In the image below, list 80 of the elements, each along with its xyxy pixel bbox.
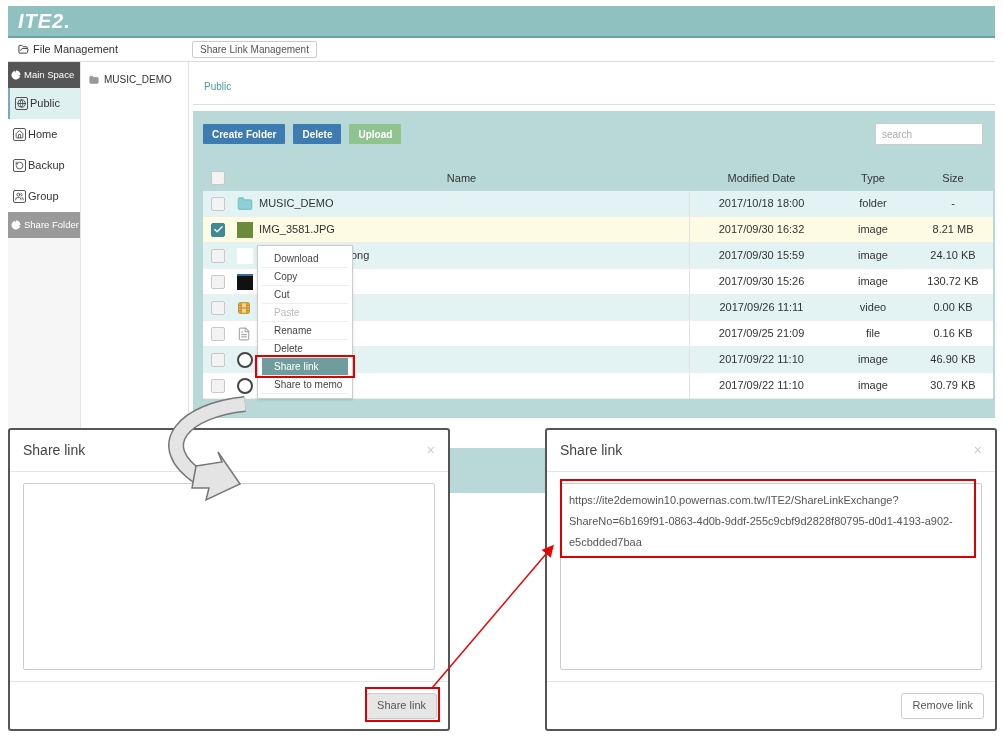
page-title: File Management	[33, 42, 118, 58]
dark-thumbnail	[237, 273, 253, 290]
checkbox[interactable]	[211, 300, 225, 315]
sidebar-item[interactable]: Backup	[8, 150, 80, 181]
menu-item[interactable]: Share to memo	[262, 376, 348, 394]
date-cell-text: 2017/09/22 11:10	[718, 352, 805, 368]
dialog-button[interactable]: Remove link	[901, 692, 984, 719]
folder-icon	[18, 44, 29, 55]
column-header: Name	[445, 170, 478, 186]
date-cell-text: 2017/09/30 15:59	[717, 248, 806, 264]
type-cell-text: image	[857, 378, 889, 394]
sidebar-item[interactable]: Public	[8, 88, 80, 119]
sidebar-item[interactable]: Group	[8, 181, 80, 212]
type-cell-text: image	[857, 222, 889, 238]
column-header: Type	[860, 170, 886, 186]
tree-item[interactable]: MUSIC_DEMO	[104, 72, 172, 87]
sidebar-item[interactable]: Home	[8, 119, 80, 150]
checkbox[interactable]	[211, 274, 225, 289]
file-name: IMG_3581.JPG	[259, 222, 335, 238]
action-button[interactable]: Create Folder	[203, 124, 286, 144]
link-text-area[interactable]: https://ite2demowin10.powernas.com.tw/ITE2/ShareLinkExchange?ShareNo=6b169f91-0863-4d0b-9ddf-255c9cbf9d2828f80795-d0d1-4193-a902-e5cbdded7baa	[560, 483, 982, 670]
date-cell-text: 2017/09/22 11:10	[718, 378, 805, 394]
date-cell-text: 2017/09/25 21:09	[717, 326, 806, 342]
type-cell-text: image	[857, 274, 889, 290]
sidebar-section[interactable]: Main Space	[8, 62, 80, 88]
file-row[interactable]: IMG_3581.JPG 2017/09/30 16:32 image 8.21 MB	[203, 217, 993, 243]
menu-item[interactable]: Cut	[262, 286, 348, 304]
checkbox[interactable]	[211, 352, 225, 367]
checkbox[interactable]	[211, 171, 225, 185]
column-header: Modified Date	[726, 170, 797, 186]
size-cell-text: 0.00 KB	[932, 300, 974, 316]
type-cell-text: folder	[858, 196, 888, 212]
size-cell-text: 8.21 MB	[931, 222, 975, 238]
action-button[interactable]: Delete	[293, 124, 342, 144]
dialog-button[interactable]: Share link	[366, 692, 437, 719]
pie-chart-icon	[11, 70, 21, 80]
file-icon	[237, 326, 251, 341]
column-header: Size	[941, 170, 965, 186]
date-cell-text: 2017/10/18 18:00	[717, 196, 806, 212]
size-cell-text: -	[950, 196, 956, 212]
file-row[interactable]: MUSIC_DEMO 2017/10/18 18:00 folder -	[203, 191, 993, 217]
globe-icon	[15, 97, 28, 110]
type-cell-text: image	[857, 352, 889, 368]
folder-icon	[237, 195, 253, 212]
checkbox[interactable]	[211, 222, 225, 237]
dialog-title: Share link	[560, 441, 623, 460]
type-cell-text: file	[864, 326, 882, 342]
sketch-thumbnail	[237, 377, 253, 394]
blank-thumbnail	[237, 247, 253, 264]
size-cell-text: 24.10 KB	[929, 248, 977, 264]
pie-chart-icon	[11, 220, 21, 230]
size-cell-text: 30.79 KB	[929, 378, 977, 394]
share-link-management-button[interactable]: Share Link Management	[192, 41, 317, 58]
file-name: MUSIC_DEMO	[259, 196, 334, 212]
search-field[interactable]: search	[875, 123, 983, 145]
checkbox[interactable]	[211, 196, 225, 211]
size-cell-text: 130.72 KB	[926, 274, 980, 290]
home-icon	[13, 128, 26, 141]
type-cell-text: image	[857, 248, 889, 264]
checkbox[interactable]	[211, 378, 225, 393]
date-cell-text: 2017/09/26 11:11	[718, 300, 805, 316]
checkbox[interactable]	[211, 326, 225, 341]
size-cell-text: 0.16 KB	[932, 326, 974, 342]
logo: ITE2.	[18, 9, 71, 34]
size-cell-text: 46.90 KB	[929, 352, 977, 368]
video-icon	[237, 300, 251, 315]
photo-thumbnail	[237, 221, 253, 238]
date-cell-text: 2017/09/30 15:26	[717, 274, 806, 290]
sketch-thumbnail	[237, 351, 253, 368]
people-icon	[13, 190, 26, 203]
menu-item[interactable]: Download	[262, 250, 348, 268]
folder-icon	[89, 74, 99, 85]
dialog-title: Share link	[23, 441, 86, 460]
history-icon	[13, 159, 26, 172]
checkbox[interactable]	[211, 248, 225, 263]
link-text-area[interactable]	[23, 483, 435, 670]
menu-item[interactable]: Rename	[262, 322, 348, 340]
menu-item[interactable]: Copy	[262, 268, 348, 286]
date-cell-text: 2017/09/30 16:32	[717, 222, 806, 238]
type-cell-text: video	[858, 300, 888, 316]
